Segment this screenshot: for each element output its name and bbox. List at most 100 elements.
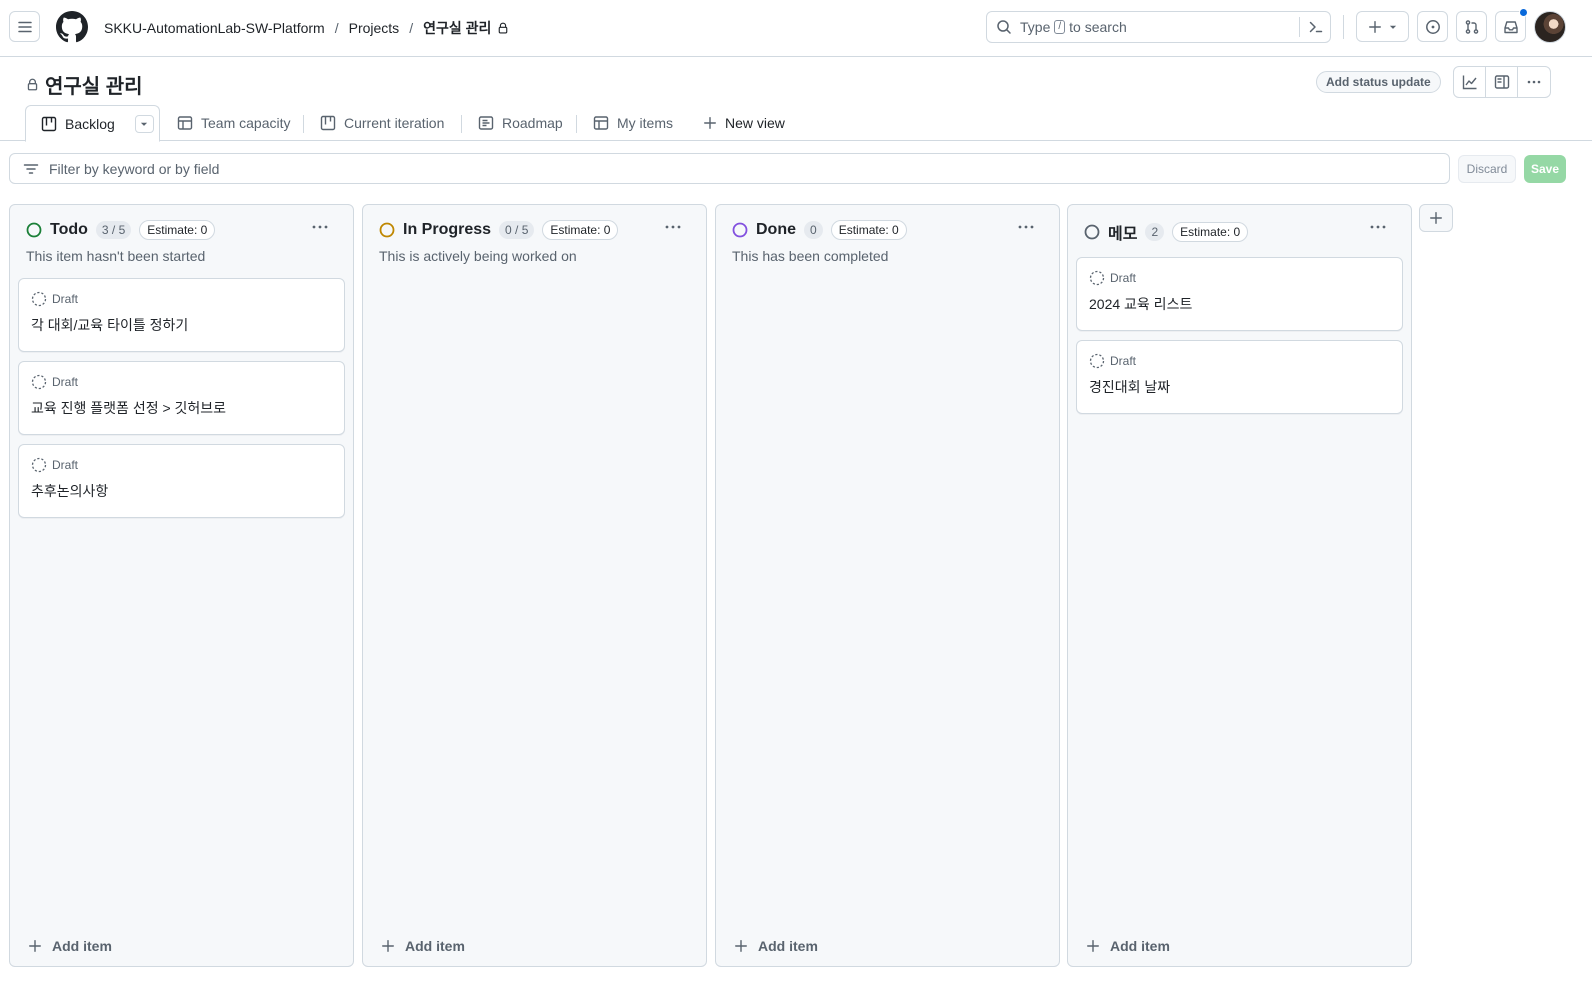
board-card[interactable]: Draft 2024 교육 리스트 bbox=[1076, 257, 1403, 331]
board-card[interactable]: Draft 교육 진행 플랫폼 선정 > 깃허브로 bbox=[18, 361, 345, 435]
add-item-button[interactable]: Add item bbox=[28, 938, 112, 954]
hamburger-icon bbox=[17, 21, 32, 32]
column-header: 메모 2 Estimate: 0 bbox=[1084, 220, 1249, 244]
column-title: In Progress bbox=[403, 221, 492, 238]
plus-icon bbox=[704, 117, 716, 129]
plus-icon bbox=[1430, 212, 1442, 224]
tab-divider bbox=[303, 115, 304, 133]
column-menu-button[interactable] bbox=[311, 219, 329, 235]
github-logo-icon[interactable] bbox=[56, 11, 88, 43]
notification-indicator bbox=[1519, 8, 1528, 17]
card-title[interactable]: 교육 진행 플랫폼 선정 > 깃허브로 bbox=[31, 398, 226, 418]
menu-button[interactable] bbox=[9, 11, 40, 42]
caret-down-icon bbox=[1389, 25, 1396, 29]
board-icon bbox=[320, 115, 336, 131]
card-title[interactable]: 2024 교육 리스트 bbox=[1089, 294, 1192, 314]
card-title[interactable]: 각 대회/교육 타이틀 정하기 bbox=[31, 315, 188, 335]
board-column-in-progress: In Progress 0 / 5 Estimate: 0 This is ac… bbox=[362, 204, 707, 967]
view-tabs: Backlog Team capacity Current iteration … bbox=[0, 105, 1592, 142]
issue-opened-icon bbox=[1425, 19, 1440, 34]
add-item-button[interactable]: Add item bbox=[381, 938, 465, 954]
search-placeholder-suffix: to search bbox=[1069, 19, 1127, 35]
breadcrumb-projects-link[interactable]: Projects bbox=[349, 20, 400, 36]
add-item-button[interactable]: Add item bbox=[1086, 938, 1170, 954]
status-circle-icon bbox=[379, 222, 395, 238]
column-count: 2 bbox=[1145, 223, 1165, 241]
tab-my-items[interactable]: My items bbox=[593, 105, 673, 141]
triangle-down-icon bbox=[141, 122, 148, 126]
filter-placeholder: Filter by keyword or by field bbox=[49, 160, 220, 177]
search-placeholder-prefix: Type bbox=[1020, 19, 1051, 35]
add-status-update-button[interactable]: Add status update bbox=[1316, 71, 1441, 93]
board-card[interactable]: Draft 추후논의사항 bbox=[18, 444, 345, 518]
card-title[interactable]: 추후논의사항 bbox=[31, 481, 108, 501]
card-status: Draft bbox=[1110, 354, 1137, 368]
board-card[interactable]: Draft 경진대회 날짜 bbox=[1076, 340, 1403, 414]
breadcrumb: SKKU-AutomationLab-SW-Platform / Project… bbox=[104, 18, 509, 38]
kebab-horizontal-icon bbox=[665, 225, 681, 229]
tab-label: New view bbox=[725, 115, 785, 131]
draft-issue-icon bbox=[1089, 353, 1105, 369]
board-icon bbox=[41, 116, 57, 131]
side-panel-button[interactable] bbox=[1486, 67, 1518, 97]
column-title: Todo bbox=[50, 221, 88, 238]
global-header: SKKU-AutomationLab-SW-Platform / Project… bbox=[0, 0, 1592, 57]
add-item-label: Add item bbox=[52, 938, 112, 954]
command-palette-icon[interactable] bbox=[1308, 19, 1324, 35]
pull-requests-button[interactable] bbox=[1456, 11, 1487, 42]
column-count: 0 bbox=[804, 221, 823, 239]
more-options-button[interactable] bbox=[1518, 67, 1550, 97]
tab-current-iteration[interactable]: Current iteration bbox=[320, 105, 444, 141]
inbox-icon bbox=[1503, 20, 1518, 33]
add-item-label: Add item bbox=[1110, 938, 1170, 954]
table-icon bbox=[177, 116, 193, 130]
column-count: 0 / 5 bbox=[499, 221, 535, 239]
tab-backlog[interactable]: Backlog bbox=[25, 105, 160, 142]
save-button[interactable]: Save bbox=[1524, 155, 1566, 183]
tab-label: Backlog bbox=[65, 115, 115, 132]
column-menu-button[interactable] bbox=[1369, 219, 1387, 235]
breadcrumb-current-label: 연구실 관리 bbox=[423, 20, 492, 36]
add-item-button[interactable]: Add item bbox=[734, 938, 818, 954]
draft-issue-icon bbox=[31, 374, 47, 390]
kebab-horizontal-icon bbox=[1370, 225, 1386, 229]
tab-divider bbox=[461, 115, 462, 133]
card-title[interactable]: 경진대회 날짜 bbox=[1089, 377, 1170, 397]
kebab-horizontal-icon bbox=[312, 225, 328, 229]
filter-icon bbox=[23, 163, 39, 174]
column-menu-button[interactable] bbox=[664, 219, 682, 235]
tab-divider bbox=[576, 115, 577, 133]
filter-input[interactable]: Filter by keyword or by field bbox=[9, 153, 1450, 184]
header-divider bbox=[1343, 15, 1344, 39]
column-menu-button[interactable] bbox=[1017, 219, 1035, 235]
plus-icon bbox=[1368, 20, 1381, 33]
card-status: Draft bbox=[52, 458, 79, 472]
git-pull-request-icon bbox=[1465, 19, 1478, 34]
create-new-button[interactable] bbox=[1356, 11, 1409, 42]
new-view-button[interactable]: New view bbox=[703, 105, 785, 141]
tab-team-capacity[interactable]: Team capacity bbox=[177, 105, 290, 141]
card-status: Draft bbox=[52, 292, 79, 306]
roadmap-icon bbox=[478, 116, 494, 130]
search-input[interactable]: Type / to search bbox=[986, 11, 1331, 43]
draft-issue-icon bbox=[31, 457, 47, 473]
board-column-todo: Todo 3 / 5 Estimate: 0 This item hasn't … bbox=[9, 204, 354, 967]
discard-button[interactable]: Discard bbox=[1458, 155, 1516, 183]
column-title: Done bbox=[756, 221, 796, 238]
tab-label: Roadmap bbox=[502, 115, 563, 131]
user-avatar[interactable] bbox=[1534, 11, 1566, 43]
add-column-button[interactable] bbox=[1419, 204, 1453, 232]
issues-button[interactable] bbox=[1417, 11, 1448, 42]
breadcrumb-separator: / bbox=[409, 20, 414, 36]
plus-icon bbox=[735, 940, 747, 952]
view-options-button[interactable] bbox=[134, 114, 154, 133]
tab-roadmap[interactable]: Roadmap bbox=[478, 105, 563, 141]
sidebar-icon bbox=[1494, 75, 1509, 89]
kebab-horizontal-icon bbox=[1527, 80, 1541, 84]
insights-button[interactable] bbox=[1454, 67, 1486, 97]
breadcrumb-org-link[interactable]: SKKU-AutomationLab-SW-Platform bbox=[104, 20, 325, 36]
page-title: 연구실 관리 bbox=[26, 70, 143, 99]
breadcrumb-current[interactable]: 연구실 관리 bbox=[423, 18, 509, 38]
board-card[interactable]: Draft 각 대회/교육 타이틀 정하기 bbox=[18, 278, 345, 352]
column-header: Todo 3 / 5 Estimate: 0 bbox=[26, 220, 216, 240]
